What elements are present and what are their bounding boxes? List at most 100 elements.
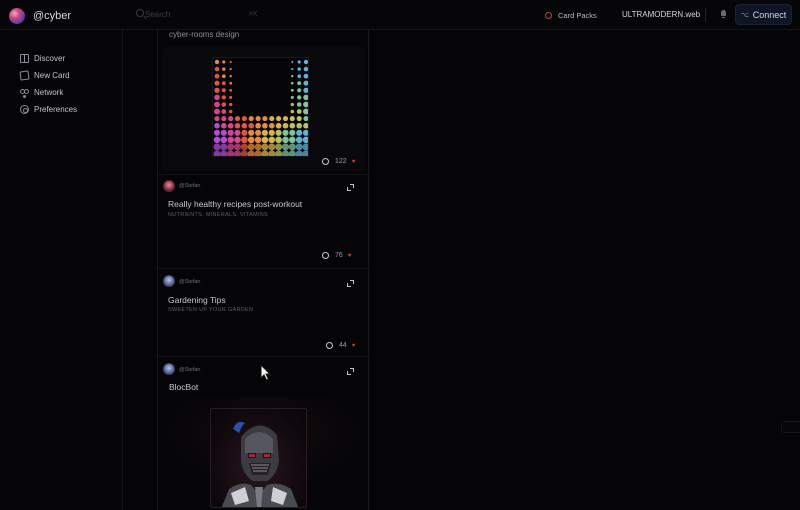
artwork-dot: [261, 150, 269, 156]
artwork-dot: [213, 108, 221, 115]
artwork-dot: [296, 116, 302, 122]
bell-icon[interactable]: [721, 10, 726, 18]
artwork-dot: [275, 136, 282, 144]
dot-pattern-artwork: [212, 57, 309, 157]
expand-icon[interactable]: [347, 368, 354, 375]
artwork-dot: [222, 67, 226, 71]
artwork-dot: [221, 81, 226, 86]
expand-icon[interactable]: [347, 280, 354, 287]
artwork-dot: [247, 136, 255, 144]
heart-icon[interactable]: ♥: [348, 253, 352, 259]
artwork-dot: [220, 150, 228, 156]
artwork-dot: [229, 81, 233, 85]
artwork-dot: [248, 129, 255, 136]
cards-icon: [19, 70, 30, 81]
comment-icon: [322, 252, 329, 259]
comment-count: 44: [339, 342, 347, 349]
artwork-dot: [268, 150, 276, 156]
post-media[interactable]: 122 ♥: [162, 47, 365, 171]
feed-card[interactable]: @Stefan Gardening Tips SWEETEN UP YOUR G…: [158, 268, 370, 356]
artwork-dot: [303, 122, 308, 129]
search-shortcut: ⌘K: [249, 11, 258, 19]
artwork-dot: [213, 150, 221, 156]
artwork-dot: [282, 136, 289, 144]
artwork-dot: [214, 66, 220, 72]
user-avatar[interactable]: [9, 8, 25, 24]
robot-artwork[interactable]: [210, 408, 307, 508]
artwork-dot: [261, 136, 269, 144]
artwork-dot: [288, 136, 296, 144]
card-handle[interactable]: @Stefan: [179, 183, 200, 189]
sidebar-item-label: Discover: [34, 54, 66, 63]
artwork-dot: [289, 122, 296, 129]
book-icon: [20, 54, 29, 63]
artwork-dot: [289, 116, 295, 122]
card-handle[interactable]: @Stefan: [179, 279, 200, 285]
post-stats[interactable]: 76 ♥: [322, 252, 351, 259]
connect-label: Connect: [752, 9, 787, 20]
feed-card[interactable]: @Stefan Really healthy recipes post-work…: [158, 174, 370, 268]
card-handle[interactable]: @Stefan: [179, 367, 200, 373]
post-stats[interactable]: 44 ♥: [326, 342, 355, 349]
artwork-dot: [234, 136, 241, 144]
artwork-dot: [281, 150, 290, 156]
avatar[interactable]: [163, 275, 175, 287]
artwork-dot: [303, 66, 308, 72]
connect-button[interactable]: ⌥ Connect: [735, 4, 792, 25]
artwork-dot: [296, 109, 302, 114]
artwork-dot: [221, 95, 226, 100]
artwork-dot: [282, 129, 289, 136]
sidebar-item-network[interactable]: Network: [20, 84, 77, 101]
artwork-dot: [228, 116, 234, 122]
artwork-dot: [296, 102, 302, 107]
domain-link[interactable]: ULTRAMODERN.web: [622, 10, 700, 19]
artwork-dot: [291, 75, 294, 78]
artwork-dot: [233, 143, 242, 151]
artwork-dot: [302, 129, 308, 136]
expand-icon[interactable]: [347, 184, 354, 191]
artwork-dot: [296, 122, 303, 129]
gear-icon: [20, 105, 29, 114]
artwork-dot: [247, 150, 255, 156]
side-panel-handle[interactable]: [781, 421, 800, 433]
username[interactable]: @cyber: [33, 10, 71, 22]
search-input[interactable]: [145, 7, 245, 22]
avatar[interactable]: [163, 180, 175, 192]
card-packs-link[interactable]: Card Packs: [545, 9, 597, 21]
sidebar-item-new-card[interactable]: New Card: [19, 67, 77, 84]
artwork-dot: [234, 122, 241, 129]
artwork-dot: [229, 88, 233, 92]
artwork-dot: [255, 116, 261, 122]
card-title: Gardening Tips: [168, 295, 226, 305]
artwork-dot: [303, 59, 308, 65]
artwork-dot: [227, 136, 235, 144]
artwork-dot: [297, 74, 302, 79]
search-icon: [136, 9, 144, 17]
artwork-dot: [276, 116, 282, 122]
artwork-dot: [214, 59, 220, 65]
artwork-dot: [296, 129, 303, 136]
search-box[interactable]: ⌘K: [133, 7, 263, 23]
feed-column[interactable]: cyber-rooms design 122 ♥ @Stefan Really …: [157, 30, 370, 510]
artwork-dot: [213, 129, 221, 136]
artwork-dot: [248, 116, 254, 122]
sidebar-item-discover[interactable]: Discover: [20, 50, 77, 67]
post-stats[interactable]: 122 ♥: [322, 158, 355, 165]
artwork-dot: [268, 122, 275, 129]
heart-icon[interactable]: ♥: [352, 343, 356, 349]
artwork-dot: [221, 116, 227, 122]
artwork-dot: [268, 136, 276, 144]
artwork-dot: [220, 122, 227, 129]
avatar[interactable]: [163, 363, 175, 375]
network-icon: [20, 88, 29, 97]
artwork-dot: [297, 88, 302, 93]
sidebar-item-preferences[interactable]: Preferences: [20, 101, 77, 118]
artwork-dot: [275, 150, 283, 156]
artwork-dot: [233, 150, 242, 156]
heart-icon[interactable]: ♥: [352, 159, 356, 165]
artwork-dot: [303, 87, 308, 93]
artwork-dot: [268, 143, 276, 151]
artwork-dot: [241, 122, 248, 129]
artwork-dot: [221, 88, 226, 93]
artwork-dot: [290, 95, 294, 99]
